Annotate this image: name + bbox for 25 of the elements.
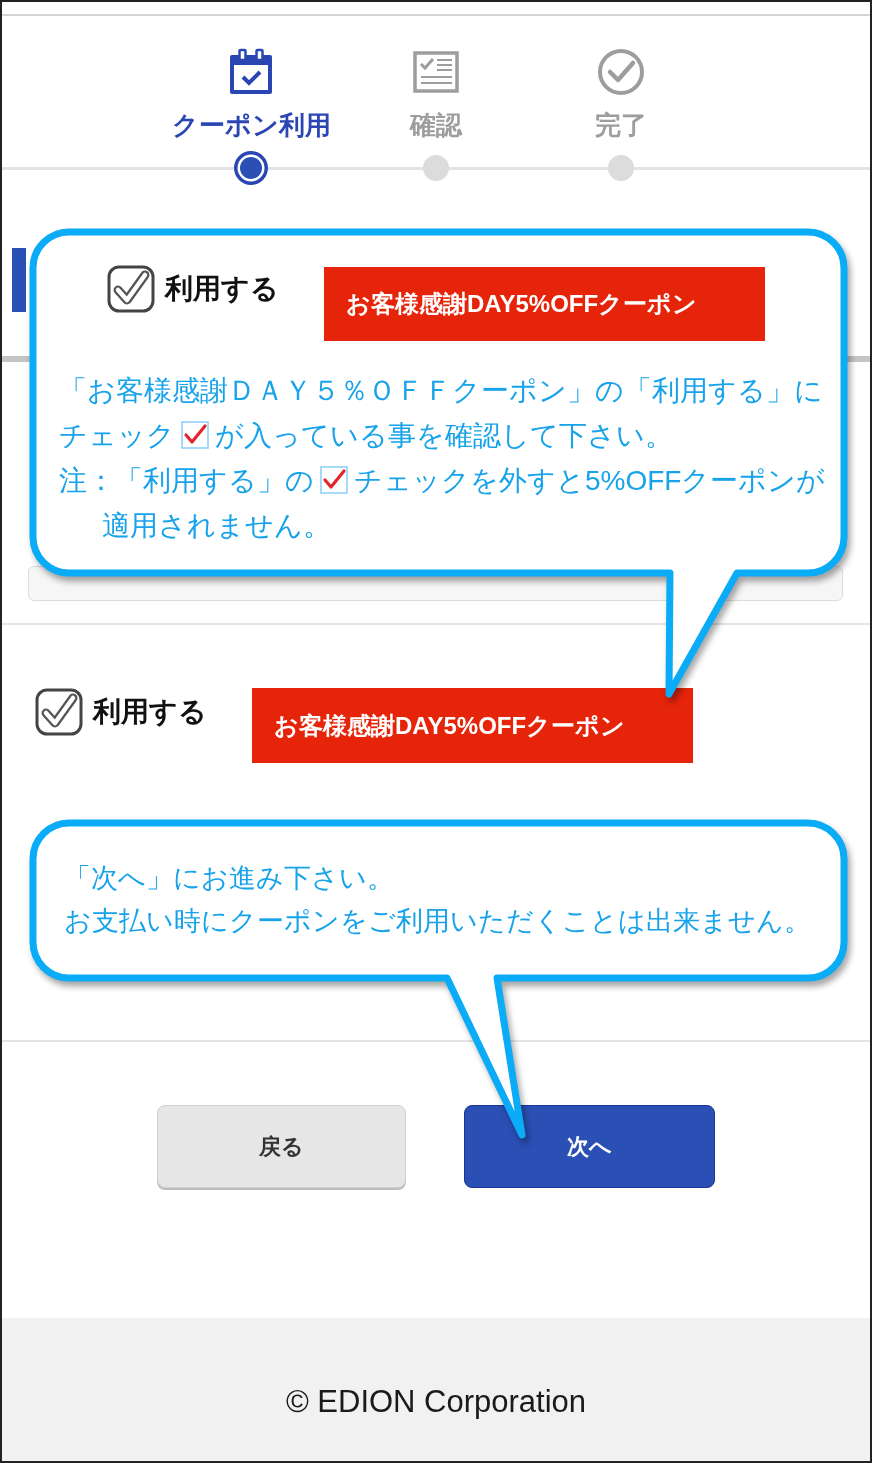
instruction-text: チェック [59,420,175,451]
instruction-text: お支払い時にクーポンをご利用いただくことは出来ません。 [64,906,811,936]
check-circle-icon [597,48,645,96]
step-label: クーポン利用 [171,110,331,140]
checkbox[interactable] [35,688,83,736]
checked-box-icon [181,421,209,449]
calendar-check-icon [227,48,275,96]
instruction-text: 「次へ」にお進み下さい。 [64,863,394,893]
checkbox-label: 利用する [93,695,207,729]
note-text: 適用されません。 [102,510,331,541]
coupon-tag: お客様感謝DAY5%OFFクーポン [252,688,693,763]
coupon-tag: お客様感謝DAY5%OFFクーポン [324,267,765,341]
back-button[interactable]: 戻る [157,1105,406,1188]
checked-box-icon [320,466,348,494]
copyright-text: © EDION Corporation [285,1383,587,1421]
checklist-icon [412,48,460,96]
note-text: チェックを外すと5%OFFクーポンが [354,465,826,496]
instruction-text: が入っている事を確認して下さい。 [215,420,673,451]
checkbox-label: 利用する [165,272,279,306]
next-button[interactable]: 次へ [464,1105,715,1188]
instruction-text: 「お客様感謝ＤＡＹ５％ＯＦＦクーポン」の「利用する」に [59,375,823,406]
step-label: 完了 [595,110,647,140]
step-label: 確認 [410,110,462,140]
note-text: 注：「利用する」の [59,465,314,496]
heading-accent-bar [12,248,26,312]
